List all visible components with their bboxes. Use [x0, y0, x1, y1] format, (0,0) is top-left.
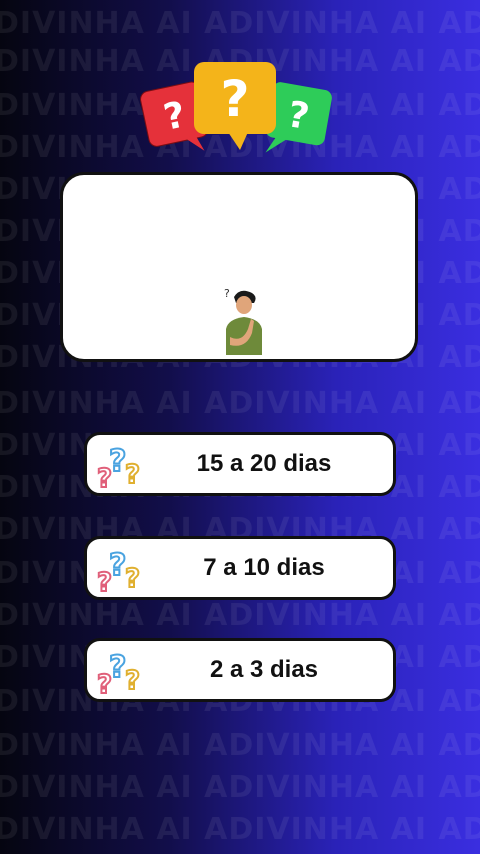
question-card: ?	[60, 172, 418, 362]
watermark-row: DIVINHA AI ADIVINHA AI ADIVINHA AI ADIVI…	[0, 728, 480, 763]
svg-text:?: ?	[109, 650, 126, 685]
svg-text:?: ?	[220, 70, 249, 128]
answer-button[interactable]: ? ? ? 2 a 3 dias	[84, 638, 396, 702]
watermark-row: DIVINHA AI ADIVINHA AI ADIVINHA AI ADIVI…	[0, 6, 480, 41]
answer-label: 2 a 3 dias	[209, 656, 319, 683]
watermark-row: DIVINHA AI ADIVINHA AI ADIVINHA AI ADIVI…	[0, 386, 480, 421]
watermark-row: DIVINHA AI ADIVINHA AI ADIVINHA AI ADIVI…	[0, 598, 480, 633]
svg-text:?: ?	[224, 287, 230, 300]
answer-label: 15 a 20 dias	[196, 450, 332, 477]
three-question-speech-bubbles-icon: ? ? ?	[140, 62, 332, 153]
answer-label: 7 a 10 dias	[203, 554, 325, 581]
watermark-row: DIVINHA AI ADIVINHA AI ADIVINHA AI ADIVI…	[0, 812, 480, 847]
thinking-man-illustration: ?	[224, 287, 262, 355]
answer-button[interactable]: ? ? ? 7 a 10 dias	[84, 536, 396, 600]
watermark-row: DIVINHA AI ADIVINHA AI ADIVINHA AI ADIVI…	[0, 770, 480, 805]
svg-text:?: ?	[109, 548, 126, 583]
svg-text:?: ?	[109, 444, 126, 479]
answer-button[interactable]: ? ? ? 15 a 20 dias	[84, 432, 396, 496]
